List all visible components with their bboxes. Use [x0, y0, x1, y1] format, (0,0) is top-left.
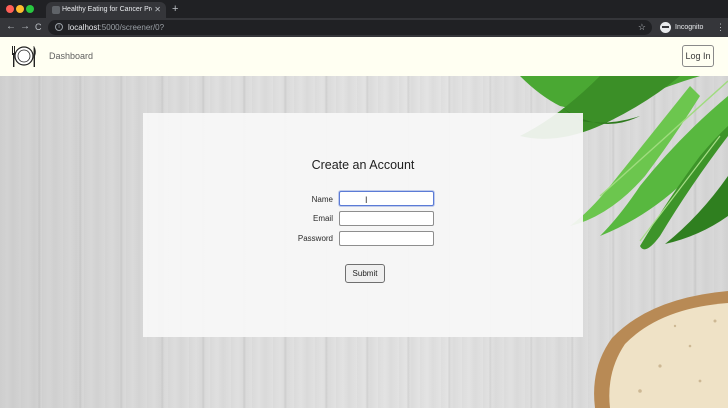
- tab-title: Healthy Eating for Cancer Pre: [62, 6, 152, 13]
- incognito-label: Incognito: [675, 24, 704, 31]
- back-arrow-icon[interactable]: ←: [6, 21, 16, 33]
- submit-button[interactable]: Submit: [345, 264, 385, 283]
- create-account-card: Create an Account Name I Email Password …: [143, 113, 583, 337]
- url-text[interactable]: localhost:5000/screener/0?: [68, 22, 164, 33]
- app-header: Dashboard: [0, 37, 728, 76]
- info-icon[interactable]: i: [55, 23, 63, 31]
- close-window-button[interactable]: [6, 5, 14, 13]
- browser-tab[interactable]: Healthy Eating for Cancer Pre ✕: [46, 2, 166, 18]
- new-tab-button[interactable]: +: [172, 2, 178, 16]
- name-label: Name: [311, 195, 333, 204]
- incognito-icon[interactable]: [660, 22, 671, 33]
- plate-utensils-icon[interactable]: [10, 43, 38, 69]
- form-title: Create an Account: [311, 158, 415, 172]
- browser-toolbar: ← → C i localhost:5000/screener/0? ☆: [0, 18, 728, 37]
- email-label: Email: [312, 214, 333, 223]
- zoom-window-button[interactable]: [26, 5, 34, 13]
- login-button[interactable]: Log In: [682, 45, 714, 67]
- email-input[interactable]: [339, 211, 434, 226]
- password-input[interactable]: [339, 231, 434, 246]
- forward-arrow-icon[interactable]: →: [20, 21, 30, 33]
- password-label: Password: [297, 234, 333, 243]
- name-input[interactable]: [339, 191, 434, 206]
- text-cursor-icon: I: [365, 195, 368, 205]
- dashboard-link[interactable]: Dashboard: [49, 51, 93, 62]
- tab-strip: Healthy Eating for Cancer Pre ✕ +: [0, 0, 728, 18]
- tab-close-icon[interactable]: ✕: [154, 4, 161, 15]
- bread-slice-image: [594, 291, 728, 408]
- favicon-icon: [52, 6, 60, 14]
- address-bar[interactable]: i localhost:5000/screener/0? ☆: [48, 20, 652, 35]
- minimize-window-button[interactable]: [16, 5, 24, 13]
- browser-menu-icon[interactable]: ⋮: [716, 21, 725, 33]
- reload-icon[interactable]: C: [35, 21, 42, 33]
- star-icon[interactable]: ☆: [638, 21, 646, 33]
